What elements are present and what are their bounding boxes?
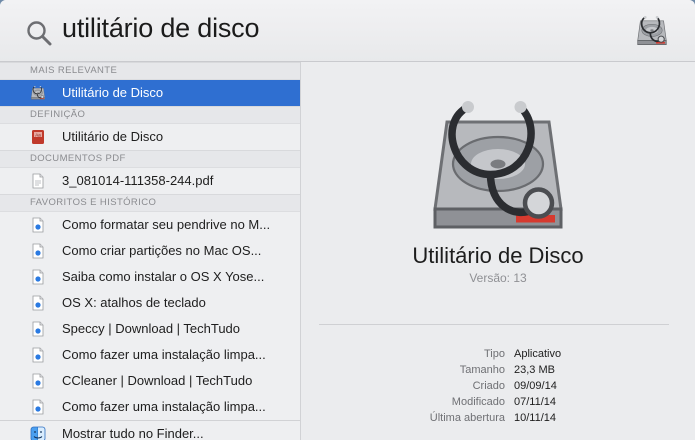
metadata-key: Criado (472, 380, 505, 392)
result-label: Como fazer uma instalação limpa... (62, 399, 266, 414)
divider (319, 324, 669, 325)
metadata-value: 09/09/14 (514, 380, 557, 392)
search-input[interactable]: utilitário de disco (62, 13, 260, 44)
disk-utility-app-icon (30, 85, 46, 101)
metadata-key: Tipo (484, 348, 505, 360)
show-all-in-finder-button[interactable]: Mostrar tudo no Finder... (0, 420, 300, 440)
webloc-icon (30, 321, 46, 337)
result-item[interactable]: Saiba como instalar o OS X Yose... (0, 264, 300, 290)
search-bar: utilitário de disco (0, 0, 695, 62)
webloc-icon (30, 295, 46, 311)
result-label: Speccy | Download | TechTudo (62, 321, 241, 336)
spotlight-window: utilitário de disco MAIS RELEVANTE Utili… (0, 0, 695, 440)
result-item[interactable]: Como formatar seu pendrive no M... (0, 212, 300, 238)
result-label: Como criar partições no Mac OS... (62, 243, 262, 258)
result-label: Como formatar seu pendrive no M... (62, 217, 271, 232)
webloc-icon (30, 217, 46, 233)
metadata-value: Aplicativo (514, 348, 562, 360)
result-label: Mostrar tudo no Finder... (62, 426, 204, 440)
section-header: DEFINIÇÃO (0, 106, 300, 124)
metadata-key: Modificado (451, 396, 505, 408)
disk-utility-app-icon (423, 92, 573, 242)
section-header: DOCUMENTOS PDF (0, 150, 300, 168)
result-item[interactable]: OS X: atalhos de teclado (0, 290, 300, 316)
metadata-row: Modificado 07/11/14 (301, 394, 695, 410)
result-item[interactable]: Como fazer uma instalação limpa... (0, 394, 300, 420)
result-item[interactable]: 3_081014-111358-244.pdf (0, 168, 300, 194)
webloc-icon (30, 347, 46, 363)
result-label: 3_081014-111358-244.pdf (62, 173, 214, 188)
section-header: FAVORITOS E HISTÓRICO (0, 194, 300, 212)
webloc-icon (30, 269, 46, 285)
result-item[interactable]: Como fazer uma instalação limpa... (0, 342, 300, 368)
metadata-key: Última abertura (429, 412, 505, 424)
webloc-icon (30, 373, 46, 389)
metadata-row: Última abertura 10/11/14 (301, 410, 695, 426)
result-item[interactable]: CCleaner | Download | TechTudo (0, 368, 300, 394)
result-label: Utilitário de Disco (62, 85, 164, 100)
metadata-key: Tamanho (459, 364, 505, 376)
section-header: MAIS RELEVANTE (0, 62, 300, 80)
result-label: Como fazer uma instalação limpa... (62, 347, 266, 362)
svg-text:Aa: Aa (35, 132, 41, 137)
search-icon (27, 21, 52, 46)
webloc-icon (30, 399, 46, 415)
metadata-value: 10/11/14 (514, 412, 557, 424)
dictionary-icon: Aa (32, 130, 44, 144)
metadata-row: Criado 09/09/14 (301, 378, 695, 394)
metadata-value: 07/11/14 (514, 396, 557, 408)
results-list: MAIS RELEVANTE Utilitário de Disco DEFIN… (0, 62, 301, 440)
metadata-value: 23,3 MB (514, 364, 555, 376)
metadata-list: Tipo Aplicativo Tamanho 23,3 MB Criado 09/0… (301, 346, 695, 426)
preview-pane: Utilitário de Disco Versão: 13 Tipo Aplic… (301, 62, 695, 440)
pdf-document-icon (32, 173, 44, 189)
result-label: OS X: atalhos de teclado (62, 295, 206, 310)
result-label: Saiba como instalar o OS X Yose... (62, 269, 265, 284)
preview-version: Versão: 13 (469, 271, 527, 285)
metadata-row: Tipo Aplicativo (301, 346, 695, 362)
webloc-icon (30, 243, 46, 259)
result-label: CCleaner | Download | TechTudo (62, 373, 253, 388)
preview-title: Utilitário de Disco (412, 243, 584, 268)
result-item[interactable]: Como criar partições no Mac OS... (0, 238, 300, 264)
result-item[interactable]: Speccy | Download | TechTudo (0, 316, 300, 342)
finder-icon (30, 426, 46, 440)
metadata-row: Tamanho 23,3 MB (301, 362, 695, 378)
result-label: Utilitário de Disco (62, 129, 164, 144)
result-item[interactable]: Aa Utilitário de Disco (0, 124, 300, 150)
result-item[interactable]: Utilitário de Disco (0, 80, 300, 106)
disk-utility-app-icon (635, 14, 669, 48)
